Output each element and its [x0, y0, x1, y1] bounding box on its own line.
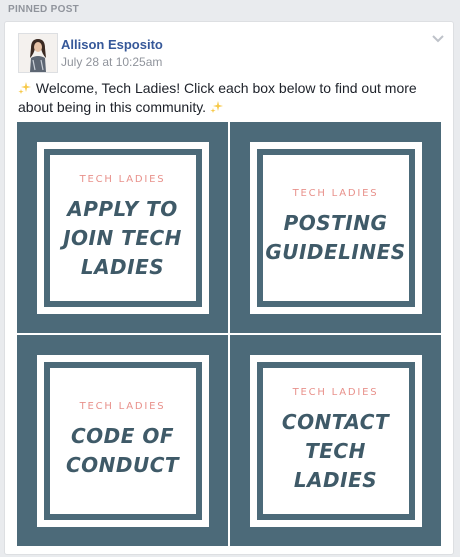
avatar[interactable] — [18, 33, 58, 73]
tile-kicker: TECH LADIES — [292, 386, 379, 398]
tile-contact-tech-ladies[interactable]: TECH LADIES CONTACT TECH LADIES — [230, 335, 441, 546]
tile-inner: TECH LADIES CODE OF CONDUCT — [36, 354, 209, 527]
section-label: PINNED POST — [8, 4, 80, 15]
tile-title: CONTACT TECH LADIES — [281, 409, 390, 492]
chevron-down-icon[interactable] — [431, 32, 445, 46]
tile-code-of-conduct[interactable]: TECH LADIES CODE OF CONDUCT — [17, 335, 228, 546]
sparkles-icon — [210, 100, 224, 114]
tile-title: POSTING GUIDELINES — [265, 211, 406, 264]
tile-kicker: TECH LADIES — [292, 188, 379, 199]
tile-posting-guidelines[interactable]: TECH LADIES POSTING GUIDELINES — [230, 122, 441, 333]
tile-frame: TECH LADIES APPLY TO JOIN TECH LADIES — [43, 148, 202, 307]
post-body: Welcome, Tech Ladies! Click each box bel… — [18, 79, 446, 117]
tile-apply-to-join[interactable]: TECH LADIES APPLY TO JOIN TECH LADIES — [17, 122, 228, 333]
sparkles-icon — [18, 81, 32, 95]
post-timestamp[interactable]: July 28 at 10:25am — [61, 55, 162, 69]
photo-grid: TECH LADIES APPLY TO JOIN TECH LADIES TE… — [17, 122, 441, 546]
tile-inner: TECH LADIES POSTING GUIDELINES — [249, 141, 422, 314]
tile-frame: TECH LADIES CONTACT TECH LADIES — [256, 361, 415, 520]
author-name-link[interactable]: Allison Esposito — [61, 37, 163, 52]
tile-inner: TECH LADIES APPLY TO JOIN TECH LADIES — [36, 141, 209, 314]
pinned-post-card: Allison Esposito July 28 at 10:25am Welc… — [4, 21, 454, 555]
tile-inner: TECH LADIES CONTACT TECH LADIES — [249, 354, 422, 527]
tile-frame: TECH LADIES CODE OF CONDUCT — [43, 361, 202, 520]
tile-title: CODE OF CONDUCT — [65, 424, 180, 477]
tile-kicker: TECH LADIES — [79, 401, 166, 412]
tile-frame: TECH LADIES POSTING GUIDELINES — [256, 148, 415, 307]
tile-title: APPLY TO JOIN TECH LADIES — [63, 196, 182, 279]
tile-kicker: TECH LADIES — [79, 173, 166, 185]
